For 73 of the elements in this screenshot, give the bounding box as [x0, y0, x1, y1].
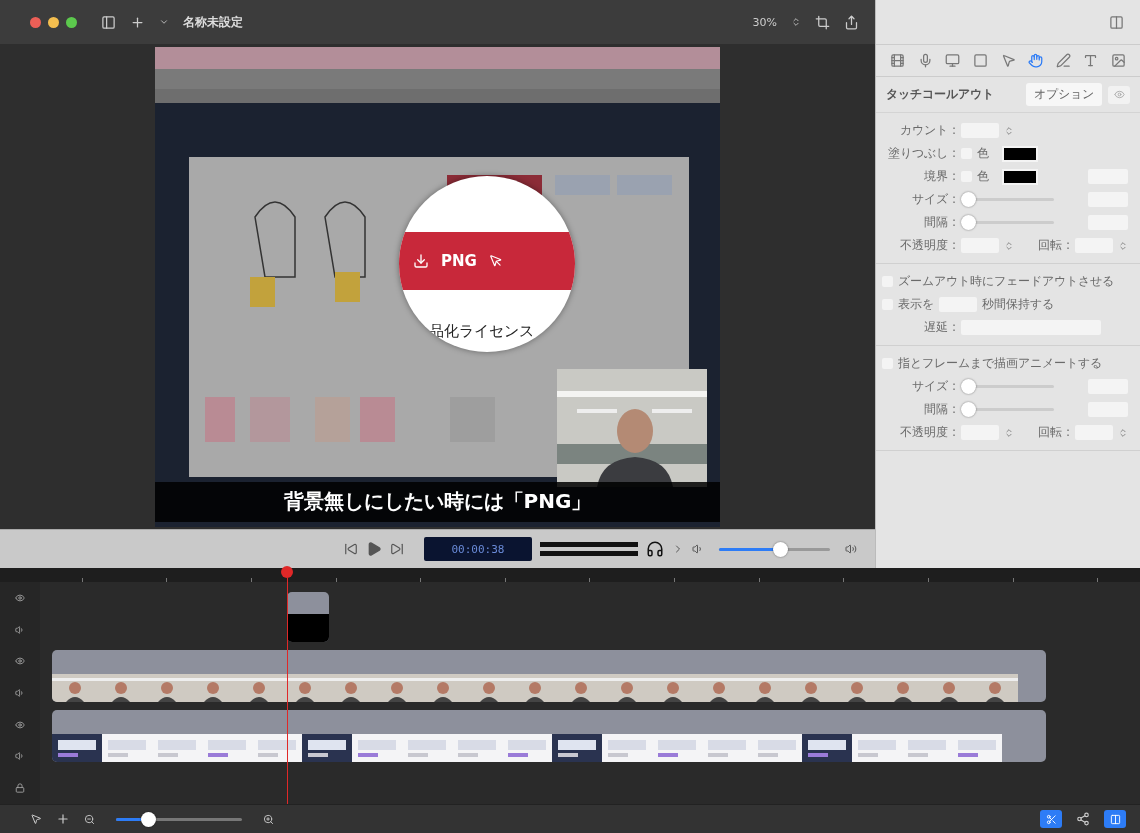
field-label: 回転 :: [1038, 237, 1070, 254]
field-label: 不透明度 :: [899, 424, 956, 441]
stepper-icon[interactable]: [1004, 125, 1014, 136]
audio-icon[interactable]: [15, 751, 25, 762]
checkbox-label: 色: [977, 168, 989, 185]
scissors-icon: [1045, 813, 1057, 825]
screen-tab[interactable]: [945, 53, 961, 68]
zoom-in-icon[interactable]: [263, 813, 274, 825]
caret-icon[interactable]: [159, 17, 169, 27]
rewind-button[interactable]: [344, 542, 358, 556]
stepper-icon[interactable]: [1004, 427, 1014, 438]
field-label: 遅延 :: [923, 319, 956, 336]
close-button[interactable]: [30, 16, 41, 28]
eye-icon: [1113, 89, 1125, 100]
lock-icon[interactable]: [15, 783, 25, 794]
timeline-clip[interactable]: [52, 710, 1046, 762]
color-swatch[interactable]: [1002, 168, 1038, 185]
field-label: 不透明度 :: [899, 237, 956, 254]
field-label: 間隔 :: [923, 401, 956, 418]
visibility-icon[interactable]: [15, 656, 25, 667]
audio-icon[interactable]: [15, 687, 25, 698]
share-icon[interactable]: [1076, 812, 1090, 826]
add-icon[interactable]: [130, 14, 145, 30]
audio-icon[interactable]: [15, 624, 25, 635]
headphones-icon[interactable]: [646, 540, 664, 558]
visibility-icon[interactable]: [15, 592, 25, 603]
field-label: 回転 :: [1038, 424, 1070, 441]
zoom-button[interactable]: [66, 16, 77, 28]
field-label: 秒間保持する: [982, 296, 1054, 313]
field-label: サイズ :: [911, 191, 956, 208]
field-label: 境界 :: [923, 168, 956, 185]
text-tab[interactable]: [1083, 53, 1099, 68]
checkbox-label: ズームアウト時にフェードアウトさせる: [898, 273, 1114, 290]
panel-icon[interactable]: [1109, 14, 1124, 30]
field-label: サイズ :: [911, 378, 956, 395]
stepper-icon[interactable]: [1118, 427, 1128, 438]
zoom-out-icon[interactable]: [84, 813, 95, 825]
timecode: 00:00:38: [424, 537, 532, 561]
section-title: タッチコールアウト: [886, 86, 994, 103]
zoom-level[interactable]: 30%: [752, 15, 777, 29]
timeline-clip[interactable]: [52, 650, 1046, 702]
crop-icon[interactable]: [815, 14, 830, 30]
color-swatch[interactable]: [1002, 145, 1038, 162]
volume-high-icon: [845, 543, 857, 555]
options-button[interactable]: オプション: [1026, 83, 1102, 106]
sidebar-icon[interactable]: [101, 14, 116, 30]
stepper-icon[interactable]: [791, 17, 801, 27]
timeline-clip[interactable]: [287, 592, 329, 642]
audio-tab[interactable]: [917, 53, 933, 68]
checkbox-label: 表示を: [898, 296, 934, 313]
visibility-icon[interactable]: [15, 719, 25, 730]
field-label: 間隔 :: [923, 214, 956, 231]
stepper-icon[interactable]: [1118, 240, 1128, 251]
pointer-icon[interactable]: [30, 813, 42, 825]
minimize-button[interactable]: [48, 16, 59, 28]
share-icon[interactable]: [844, 14, 859, 30]
checkbox-label: 色: [977, 145, 989, 162]
columns-icon: [1109, 813, 1121, 825]
volume-low-icon: [692, 543, 704, 555]
annotation-tab[interactable]: [1055, 53, 1071, 68]
touch-tab[interactable]: [1028, 53, 1044, 68]
field-label: カウント :: [899, 122, 956, 139]
checkbox-label: 指とフレームまで描画アニメートする: [898, 355, 1102, 372]
forward-button[interactable]: [390, 542, 404, 556]
window-title: 名称未設定: [183, 13, 243, 31]
video-tab[interactable]: [890, 53, 905, 68]
field-label: 塗りつぶし :: [887, 145, 956, 162]
add-icon[interactable]: [56, 812, 70, 826]
play-button[interactable]: [366, 541, 382, 557]
pointer-tab[interactable]: [1000, 53, 1016, 68]
stepper-icon[interactable]: [1004, 240, 1014, 251]
callout-tab[interactable]: [972, 53, 988, 68]
media-tab[interactable]: [1111, 53, 1126, 68]
